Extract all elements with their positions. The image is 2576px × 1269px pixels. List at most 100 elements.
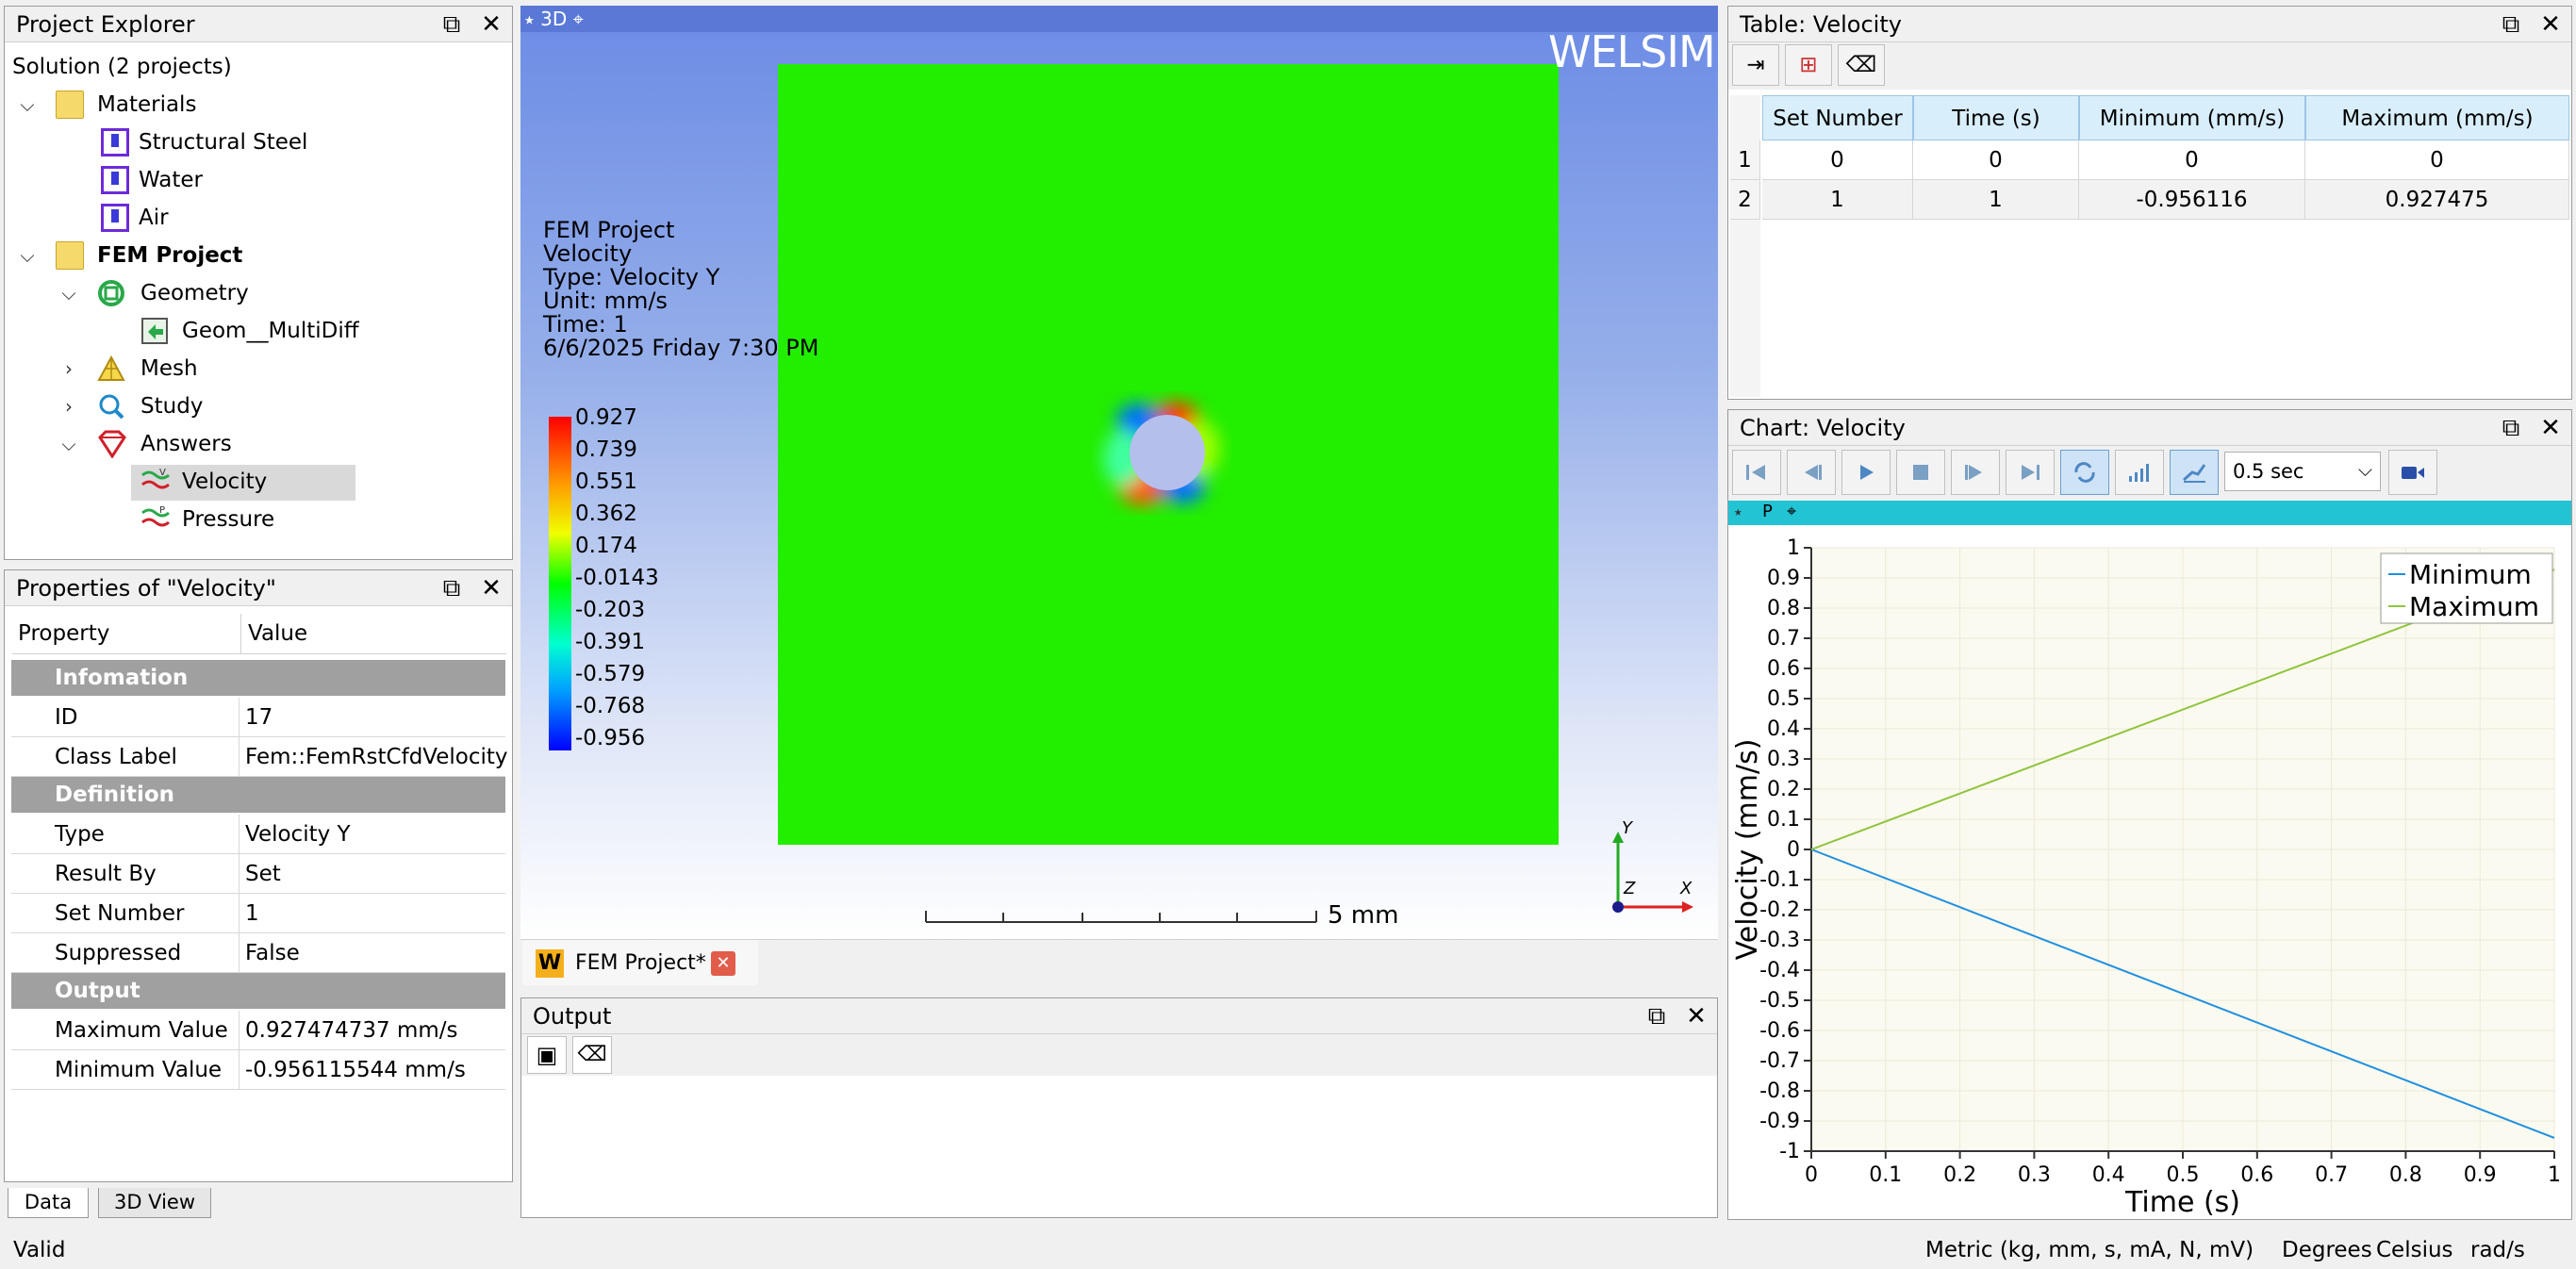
3d-viewport[interactable]: ⭑ 3D ⌖ WELSIM FEM Project Velocity Type:… [520, 6, 1718, 939]
x-axis-label: Time (s) [2124, 1186, 2240, 1215]
row-index[interactable]: 1 [1730, 140, 1760, 180]
table-cell[interactable]: -0.956116 [2079, 180, 2305, 220]
tree-item-geom-multidiff[interactable]: Geom__MultiDiff [14, 312, 391, 350]
video-record-icon[interactable] [2388, 450, 2437, 495]
column-header[interactable]: Set Number [1762, 95, 1913, 140]
close-icon[interactable]: ✕ [480, 574, 503, 602]
info-date: 6/6/2025 Friday 7:30 PM [543, 335, 819, 361]
tree-item-velocity[interactable]: V Velocity [14, 463, 391, 501]
previous-frame-icon[interactable] [1787, 450, 1836, 495]
crosshair-icon[interactable]: ⌖ [573, 8, 584, 30]
tree-item-pressure[interactable]: P Pressure [14, 501, 391, 538]
status-angle-unit[interactable]: Degrees [2282, 1231, 2372, 1269]
property-row-set-number[interactable]: Set Number 1 [11, 894, 505, 933]
table-cell[interactable]: 1 [1913, 180, 2079, 220]
clear-icon[interactable]: ⌫ [1838, 44, 1885, 86]
status-rate-unit[interactable]: rad/s [2470, 1231, 2525, 1269]
save-icon[interactable]: ▣ [527, 1036, 567, 1074]
svg-text:P: P [159, 505, 165, 516]
column-header[interactable]: Time (s) [1913, 95, 2079, 140]
tree-item-answers[interactable]: ⌵ Answers [14, 425, 391, 463]
chevron-down-icon[interactable]: ⌵ [59, 425, 78, 463]
viewport-canvas[interactable] [520, 6, 1718, 939]
tree-item-geometry[interactable]: ⌵ Geometry [14, 274, 391, 312]
chart-titlebar: Chart: Velocity ⧉ ✕ [1728, 410, 2571, 446]
y-tick-label: 0.6 [1767, 657, 1800, 681]
table-cell[interactable]: 1 [1762, 180, 1913, 220]
section-definition[interactable]: Definition [11, 777, 505, 813]
table-cell[interactable]: 0 [2305, 140, 2569, 180]
property-row-type[interactable]: Type Velocity Y [11, 815, 505, 854]
close-icon[interactable]: ✕ [2539, 10, 2562, 39]
tree-item-study[interactable]: › Study [14, 387, 391, 425]
tab-3d-view[interactable]: 3D View [98, 1188, 211, 1218]
tree-item-structural-steel[interactable]: Structural Steel [14, 124, 391, 161]
row-index[interactable]: 2 [1730, 180, 1760, 220]
tree-item-materials[interactable]: ⌵ Materials [14, 86, 391, 124]
tab-fem-project[interactable]: W FEM Project* ✕ [522, 940, 758, 985]
pin-icon[interactable]: ⭑ [524, 8, 535, 30]
chevron-right-icon[interactable]: › [59, 350, 78, 387]
section-output[interactable]: Output [11, 973, 505, 1009]
property-row-minimum-value[interactable]: Minimum Value -0.956115544 mm/s [11, 1050, 505, 1090]
play-icon[interactable] [1841, 450, 1891, 495]
close-icon[interactable]: ✕ [480, 10, 503, 39]
speed-value: 0.5 sec [2233, 460, 2304, 483]
float-icon[interactable]: ⧉ [440, 10, 463, 39]
clear-icon[interactable]: ⌫ [572, 1036, 612, 1074]
y-tick-label: 0.2 [1767, 778, 1800, 801]
study-icon [97, 392, 125, 420]
property-row-suppressed[interactable]: Suppressed False [11, 933, 505, 973]
float-icon[interactable]: ⧉ [2500, 414, 2522, 442]
folder-icon [56, 241, 84, 270]
status-bar: Valid Metric (kg, mm, s, mA, N, mV) Degr… [0, 1231, 2576, 1269]
table-cell[interactable]: 0 [1913, 140, 2079, 180]
close-icon[interactable]: ✕ [2539, 414, 2562, 442]
geometry-part-icon [140, 317, 169, 345]
property-row-id[interactable]: ID 17 [11, 698, 505, 737]
first-frame-icon[interactable] [1732, 450, 1781, 495]
section-information[interactable]: Infomation [11, 660, 505, 696]
last-frame-icon[interactable] [2006, 450, 2055, 495]
property-row-maximum-value[interactable]: Maximum Value 0.927474737 mm/s [11, 1011, 505, 1050]
column-header[interactable]: Maximum (mm/s) [2305, 95, 2569, 140]
status-temperature-unit[interactable]: Celsius [2376, 1231, 2453, 1269]
line-chart-icon[interactable] [2170, 450, 2219, 495]
export-icon[interactable]: ⇥ [1732, 44, 1779, 86]
chevron-down-icon[interactable]: ⌵ [18, 86, 37, 124]
chevron-right-icon[interactable]: › [59, 387, 78, 425]
tree-item-air[interactable]: Air [14, 199, 391, 237]
column-header[interactable]: Minimum (mm/s) [2079, 95, 2305, 140]
tab-data[interactable]: Data [8, 1188, 89, 1218]
crosshair-icon[interactable]: ⌖ [1787, 502, 1796, 521]
pin-icon[interactable]: ⭑ [1734, 503, 1742, 521]
float-icon[interactable]: ⧉ [2500, 10, 2522, 39]
float-icon[interactable]: ⧉ [440, 574, 463, 602]
chevron-down-icon[interactable]: ⌵ [18, 237, 37, 274]
velocity-line-chart[interactable]: 0 0.1 0.2 0.3 0.4 0.5 0.6 0.7 0.8 0.9 1 1 0.9 0.8 0.7 0… [1728, 527, 2571, 1215]
bar-chart-icon[interactable] [2115, 450, 2164, 495]
chevron-down-icon[interactable]: ⌵ [59, 274, 78, 312]
property-row-class-label[interactable]: Class Label Fem::FemRstCfdVelocity [11, 737, 508, 777]
close-tab-icon[interactable]: ✕ [711, 951, 735, 976]
tree-item-water[interactable]: Water [14, 161, 391, 199]
table-cell[interactable]: 0 [2079, 140, 2305, 180]
table-import-icon[interactable]: ⊞ [1785, 44, 1832, 86]
property-row-result-by[interactable]: Result By Set [11, 854, 505, 894]
float-icon[interactable]: ⧉ [1645, 1002, 1668, 1030]
table-cell[interactable]: 0 [1762, 140, 1913, 180]
tree-item-mesh[interactable]: › Mesh [14, 350, 391, 387]
stop-icon[interactable] [1896, 450, 1945, 495]
viewport-tab[interactable]: ⭑ 3D ⌖ [524, 6, 584, 32]
status-text: Valid [13, 1238, 66, 1262]
tree-item-solution[interactable]: Solution (2 projects) [12, 48, 232, 86]
close-icon[interactable]: ✕ [1685, 1002, 1708, 1030]
status-unit-system[interactable]: Metric (kg, mm, s, mA, N, mV) [1925, 1231, 2254, 1269]
next-frame-icon[interactable] [1951, 450, 2000, 495]
material-icon [101, 166, 129, 194]
table-cell[interactable]: 0.927475 [2305, 180, 2569, 220]
speed-dropdown[interactable]: 0.5 sec ⌵ [2224, 452, 2381, 491]
property-value: 0.927474737 mm/s [245, 1018, 458, 1043]
loop-icon[interactable] [2060, 450, 2109, 495]
tree-item-fem-project[interactable]: ⌵ FEM Project [14, 237, 391, 274]
